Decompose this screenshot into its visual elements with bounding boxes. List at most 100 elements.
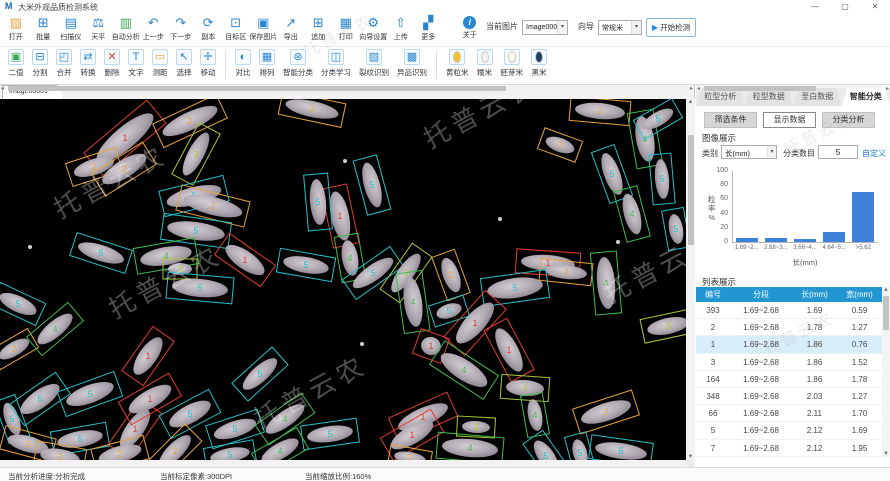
toolbar-item-convert[interactable]: ⇄转换 xyxy=(76,49,100,78)
toolbar-item-split[interactable]: ⊟分割 xyxy=(28,49,52,78)
category-select[interactable]: 长(mm) ▾ xyxy=(721,145,777,159)
subtab-分类分析[interactable]: 分类分析 xyxy=(822,112,875,128)
category-label: 类别 xyxy=(702,148,718,159)
grain-class-label: 1 xyxy=(242,255,247,265)
toolbar-item-wizard-settings[interactable]: ⚙向导设置 xyxy=(360,14,388,42)
table-row[interactable]: 21.69~2.681.781.27 xyxy=(696,319,883,336)
grain-class-label: 5 xyxy=(577,448,582,458)
toolbar-item-foreign-detect[interactable]: ▩异品识别 xyxy=(393,49,431,78)
toolbar-item-more[interactable]: ▞更多 xyxy=(415,14,443,42)
image-section-label: 图像展示 xyxy=(702,132,736,144)
wizard-select[interactable]: 常规米 ▾ xyxy=(598,20,642,35)
toolbar-item-arrange[interactable]: ▦排列 xyxy=(255,49,279,78)
table-row[interactable]: 1641.69~2.681.861.78 xyxy=(696,371,883,388)
toolbar-item-select[interactable]: ↖选择 xyxy=(172,49,196,78)
toolbar-item-duplicate[interactable]: ⟳副本 xyxy=(195,14,223,42)
rice-image-canvas[interactable]: 1232225254355154515534212455111434231134… xyxy=(0,99,686,460)
viewer-vertical-scrollbar[interactable]: ▲ ▼ xyxy=(686,99,695,460)
speck xyxy=(360,342,364,346)
toolbar-item-export[interactable]: ↗导出 xyxy=(277,14,305,42)
toolbar-item-upload[interactable]: ⇧上传 xyxy=(387,14,415,42)
grain-class-label: 1 xyxy=(122,133,127,143)
toolbar-item-text[interactable]: T文字 xyxy=(124,49,148,78)
germ-rice-icon xyxy=(508,51,516,63)
chart-bar[interactable] xyxy=(736,238,758,242)
start-detection-button[interactable]: ▶ 开始检测 xyxy=(646,18,696,37)
scrollbar-thumb[interactable] xyxy=(8,86,506,91)
toolbar-item-compare[interactable]: ◐对比 xyxy=(231,49,255,78)
chart-bar[interactable] xyxy=(852,192,874,242)
chevron-down-icon[interactable]: ▾ xyxy=(557,21,567,34)
table-row[interactable]: 71.69~2.682.121.95 xyxy=(696,440,883,457)
subtab-筛选条件[interactable]: 筛选条件 xyxy=(704,112,757,128)
toolbar-item-undo[interactable]: ↶上一步 xyxy=(140,14,168,42)
grain-class-label: 2 xyxy=(557,140,562,150)
chart-bar[interactable] xyxy=(823,232,845,242)
toolbar-item-balance[interactable]: ⚖天平 xyxy=(85,14,113,42)
table-row[interactable]: 661.69~2.682.111.70 xyxy=(696,405,883,422)
grain-class-label: 5 xyxy=(87,389,92,399)
current-image-select[interactable]: Image00001 ▾ xyxy=(522,20,568,35)
grain-class-label: 1 xyxy=(506,345,511,355)
undo-icon: ↶ xyxy=(148,14,159,31)
chart-bar[interactable] xyxy=(765,238,787,242)
chevron-down-icon[interactable]: ▾ xyxy=(767,146,776,158)
toolbar-item-smart-classify[interactable]: ⊛智能分类 xyxy=(279,49,317,78)
toolbar-item-print[interactable]: ▦打印 xyxy=(332,14,360,42)
toolbar-item-append[interactable]: ⊞追加 xyxy=(305,14,333,42)
column-header[interactable]: 宽(mm) xyxy=(837,287,882,302)
table-row[interactable]: 51.69~2.682.121.69 xyxy=(696,422,883,439)
toolbar-item-delete[interactable]: ✕删除 xyxy=(100,49,124,78)
toolbar-item-auto-analysis[interactable]: ▥自动分析 xyxy=(112,14,140,42)
maximize-icon[interactable]: ▢ xyxy=(830,0,860,13)
table-vertical-scrollbar[interactable]: ▲ ▼ xyxy=(882,287,890,457)
tab-智能分类[interactable]: 智能分类 xyxy=(842,88,890,106)
toolbar-item-glutinous-rice[interactable]: 糯米 xyxy=(473,49,497,78)
scrollbar-thumb[interactable] xyxy=(688,135,694,245)
class-count-input[interactable] xyxy=(818,145,858,159)
current-image-label: 当前图片 xyxy=(486,21,518,32)
about-button[interactable]: i关于 xyxy=(456,14,484,40)
toolbar-item-open-folder[interactable]: ▨打开 xyxy=(2,14,30,42)
toolbar-item-classify-learning[interactable]: ◫分类学习 xyxy=(317,49,355,78)
toolbar-item-binary[interactable]: ▣二值 xyxy=(4,49,28,78)
table-row[interactable]: 31.69~2.681.861.52 xyxy=(696,354,883,371)
toolbar-item-move[interactable]: ✛移动 xyxy=(196,49,220,78)
speck xyxy=(616,240,620,244)
speck xyxy=(343,159,347,163)
table-row[interactable]: 3481.69~2.682.031.27 xyxy=(696,388,883,405)
grain-class-label: 5 xyxy=(609,169,614,179)
scrollbar-corner xyxy=(686,460,695,467)
toolbar-item-black-rice[interactable]: 黑米 xyxy=(527,49,551,78)
toolbar-item-target-area[interactable]: ⊡目标区 xyxy=(222,14,250,42)
grain-class-label: 2 xyxy=(57,452,62,460)
upload-icon: ⇧ xyxy=(395,14,406,31)
close-icon[interactable]: ✕ xyxy=(860,0,890,13)
toolbar-item-merge[interactable]: ◰合并 xyxy=(52,49,76,78)
column-header[interactable]: 分段 xyxy=(730,287,792,302)
toolbar-item-save-image[interactable]: ▣保存图片 xyxy=(250,14,278,42)
more-icon: ▞ xyxy=(423,14,433,31)
open-folder-icon: ▨ xyxy=(10,14,22,31)
toolbar-item-scanner[interactable]: ▤扫描仪 xyxy=(57,14,85,42)
table-row[interactable]: 11.69~2.681.860.76 xyxy=(696,336,883,353)
scrollbar-thumb[interactable] xyxy=(704,86,816,91)
toolbar-item-yellow-rice[interactable]: 黄粒米 xyxy=(442,49,473,78)
custom-link[interactable]: 自定义 xyxy=(862,148,886,159)
column-header[interactable]: 编号 xyxy=(696,287,730,302)
column-header[interactable]: 长(mm) xyxy=(792,287,837,302)
split-icon: ⊟ xyxy=(35,51,44,63)
table-row[interactable]: 3931.69~2.681.690.59 xyxy=(696,302,883,319)
subtab-显示数据[interactable]: 显示数据 xyxy=(763,112,816,128)
toolbar-item-batch[interactable]: ⊞批量 xyxy=(30,14,58,42)
minimize-icon[interactable]: — xyxy=(800,0,830,13)
chart-bar[interactable] xyxy=(794,239,816,242)
toolbar-item-germ-rice[interactable]: 胚芽米 xyxy=(497,49,528,78)
chevron-down-icon[interactable]: ▾ xyxy=(631,21,641,34)
grain-class-label: 2 xyxy=(603,407,608,417)
toolbar-item-redo[interactable]: ↷下一步 xyxy=(167,14,195,42)
toolbar-item-measure[interactable]: ▭测距 xyxy=(148,49,172,78)
scrollbar-thumb[interactable] xyxy=(883,296,889,330)
move-icon: ✛ xyxy=(203,51,212,63)
toolbar-item-crack-detect[interactable]: ▧裂纹识别 xyxy=(355,49,393,78)
